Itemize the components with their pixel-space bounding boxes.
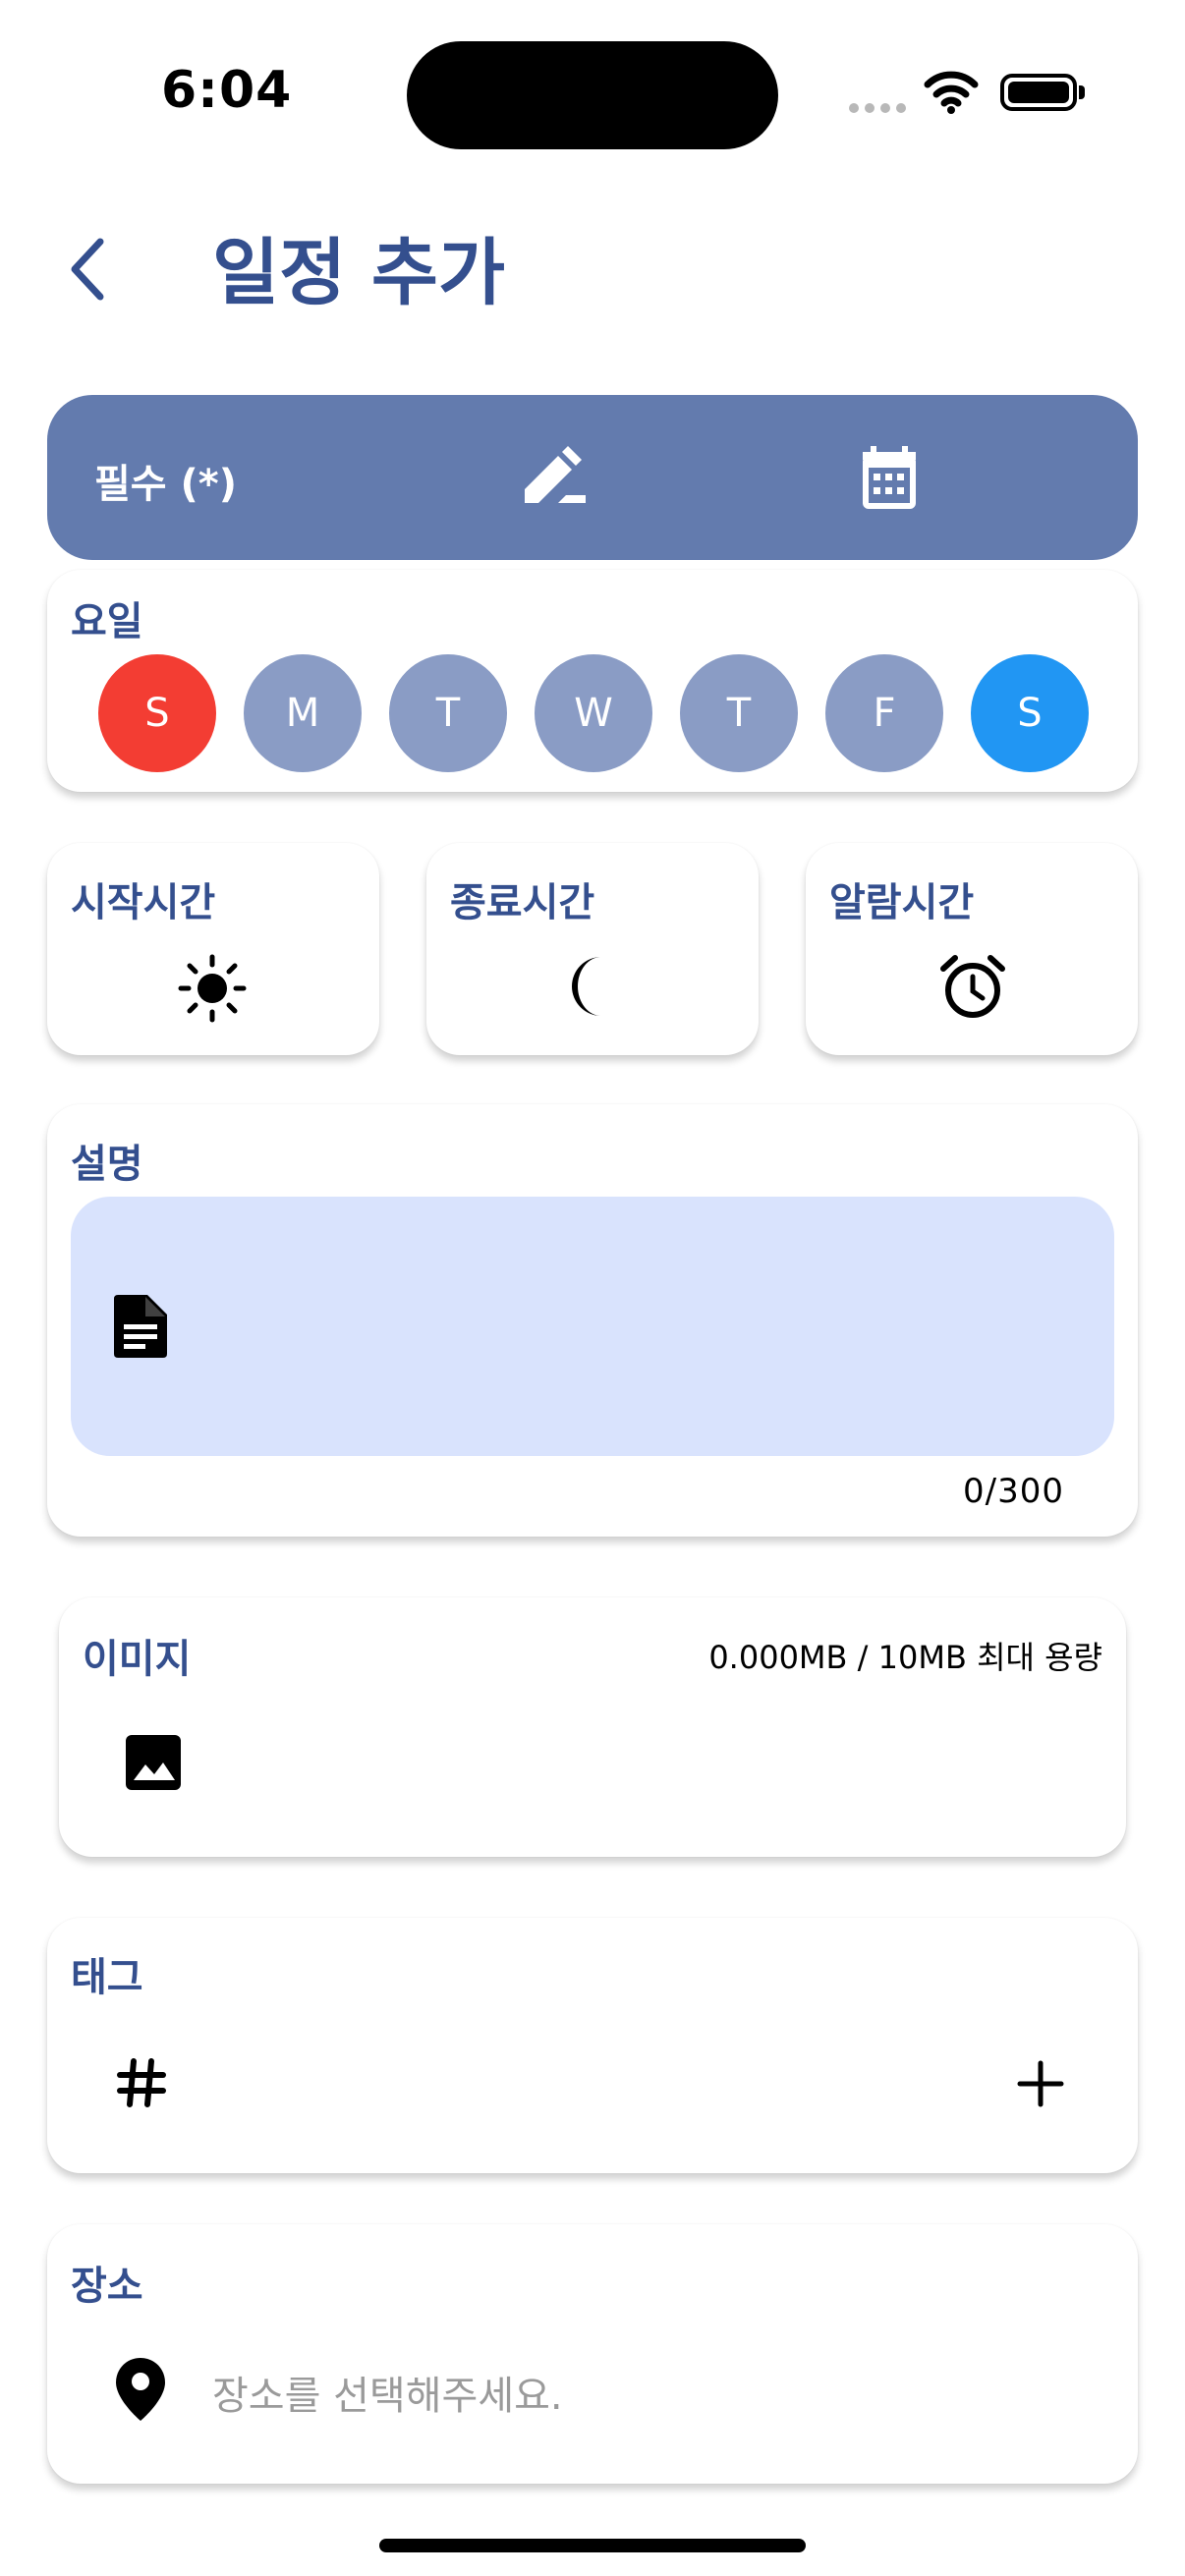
day-monday[interactable]: M: [244, 654, 362, 772]
chevron-left-icon: [67, 238, 106, 305]
day-thursday[interactable]: T: [680, 654, 798, 772]
tags-label: 태그: [71, 1955, 143, 2000]
calendar-icon: [857, 446, 922, 517]
day-tuesday[interactable]: T: [389, 654, 507, 772]
status-time: 6:04: [161, 61, 293, 120]
place-label: 장소: [71, 2264, 143, 2309]
pencil-icon: [519, 446, 592, 517]
start-time-label: 시작시간: [71, 880, 216, 925]
location-pin-icon: [116, 2358, 165, 2425]
tags-card: [47, 1918, 1138, 2173]
page-title: 일정 추가: [212, 231, 506, 315]
place-card[interactable]: [47, 2224, 1138, 2484]
wifi-icon: [924, 71, 979, 118]
description-input[interactable]: [71, 1197, 1114, 1456]
cellular-signal-icon: [847, 100, 910, 119]
home-indicator[interactable]: [379, 2539, 806, 2552]
day-wednesday[interactable]: W: [535, 654, 652, 772]
select-date-button[interactable]: [857, 444, 922, 513]
alarm-time-label: 알람시간: [829, 880, 975, 925]
back-button[interactable]: [57, 232, 116, 310]
days-label: 요일: [71, 599, 143, 644]
description-label: 설명: [71, 1142, 143, 1187]
image-label: 이미지: [83, 1637, 192, 1682]
image-icon[interactable]: [124, 1733, 183, 1796]
end-time-label: 종료시간: [450, 880, 595, 925]
dynamic-island: [407, 41, 778, 149]
document-icon: [114, 1295, 167, 1362]
moon-icon: [562, 955, 621, 1022]
battery-tip: [1079, 85, 1085, 99]
description-counter: 0/300: [963, 1472, 1064, 1511]
required-label: 필수 (*): [94, 462, 238, 507]
place-placeholder[interactable]: 장소를 선택해주세요.: [212, 2364, 563, 2421]
sun-icon: [177, 953, 248, 1028]
day-sunday[interactable]: S: [98, 654, 216, 772]
hashtag-icon: [114, 2055, 169, 2114]
battery-icon: [1000, 74, 1077, 111]
day-saturday[interactable]: S: [971, 654, 1089, 772]
add-tag-button[interactable]: [1016, 2059, 1065, 2112]
alarm-clock-icon: [939, 953, 1006, 1026]
edit-title-button[interactable]: [519, 444, 592, 513]
image-size-info: 0.000MB / 10MB 최대 용량: [708, 1639, 1102, 1676]
day-friday[interactable]: F: [825, 654, 943, 772]
